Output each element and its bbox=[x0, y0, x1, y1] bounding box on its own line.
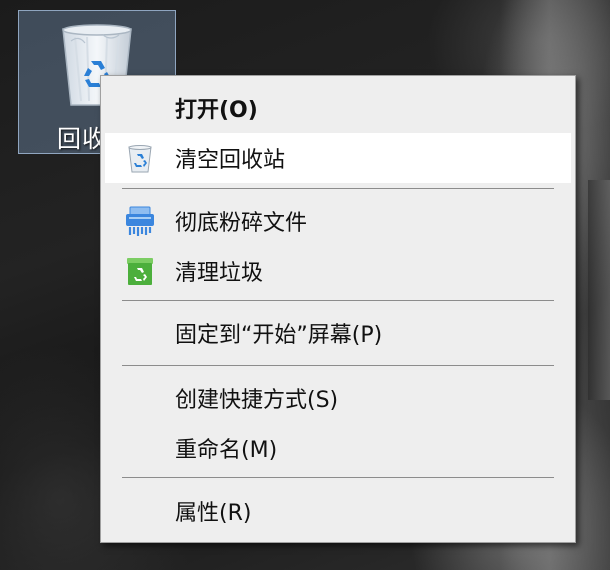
menu-item-clean-junk[interactable]: 清理垃圾 bbox=[105, 246, 571, 296]
menu-item-label: 属性(R) bbox=[175, 501, 252, 526]
menu-item-label: 创建快捷方式(S) bbox=[175, 388, 339, 413]
green-trash-icon bbox=[127, 258, 153, 285]
menu-separator bbox=[122, 365, 554, 366]
menu-item-label: 清理垃圾 bbox=[175, 261, 264, 286]
menu-item-shred-files[interactable]: 彻底粉碎文件 bbox=[105, 196, 571, 246]
menu-item-empty-recycle-bin[interactable]: 清空回收站 bbox=[105, 133, 571, 183]
menu-item-label: 打开(O) bbox=[175, 98, 258, 123]
menu-separator bbox=[122, 188, 554, 189]
menu-item-properties[interactable]: 属性(R) bbox=[105, 486, 571, 536]
menu-item-rename[interactable]: 重命名(M) bbox=[105, 423, 571, 473]
menu-item-open[interactable]: 打开(O) bbox=[105, 83, 571, 133]
menu-separator bbox=[122, 477, 554, 478]
menu-item-create-shortcut[interactable]: 创建快捷方式(S) bbox=[105, 373, 571, 423]
background-shadow bbox=[588, 180, 610, 400]
menu-item-label: 彻底粉碎文件 bbox=[175, 211, 308, 236]
menu-item-label: 重命名(M) bbox=[175, 438, 278, 463]
menu-item-label: 固定到“开始”屏幕(P) bbox=[175, 323, 383, 348]
recycle-bin-small-icon bbox=[128, 145, 152, 173]
menu-item-label: 清空回收站 bbox=[175, 148, 286, 173]
shredder-icon bbox=[126, 206, 154, 236]
context-menu: 打开(O) 清空回收站 彻底粉碎文件 清理垃圾 固定到“开始”屏幕(P) 创建快… bbox=[100, 75, 576, 543]
menu-item-pin-to-start[interactable]: 固定到“开始”屏幕(P) bbox=[105, 308, 571, 358]
menu-separator bbox=[122, 300, 554, 301]
